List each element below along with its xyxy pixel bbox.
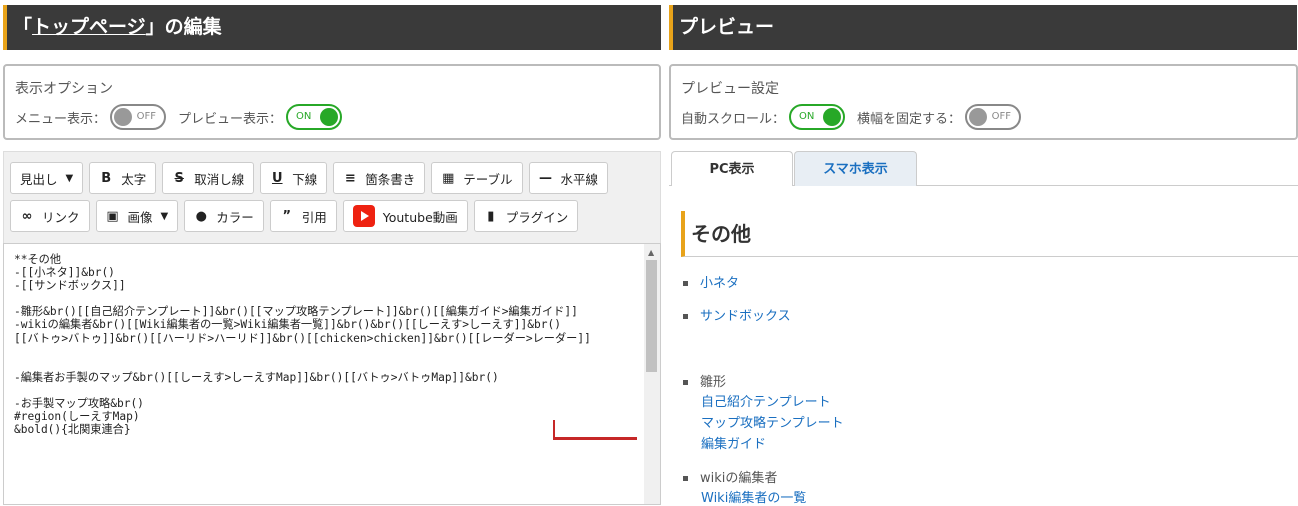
link-editor-list[interactable]: Wiki編集者の一覧 <box>701 487 806 506</box>
editor-textarea[interactable]: **その他 -[[小ネタ]]&br() -[[サンドボックス]] -雛形&br(… <box>3 243 661 505</box>
scroll-thumb[interactable] <box>646 260 657 372</box>
link-map-template[interactable]: マップ攻略テンプレート <box>701 412 844 431</box>
chevron-down-icon: ▼ <box>65 172 74 184</box>
link-edit-guide[interactable]: 編集ガイド <box>701 433 766 452</box>
preview-title: プレビュー <box>669 5 1297 50</box>
image-icon: ▣ <box>106 208 119 224</box>
page-link[interactable]: トップページ <box>32 16 146 38</box>
strikethrough-icon: S <box>174 170 184 186</box>
preview-heading: その他 <box>681 211 1298 257</box>
menu-display-label: メニュー表示： <box>15 111 107 127</box>
autoscroll-toggle[interactable]: ON <box>789 104 846 130</box>
image-dropdown[interactable]: ▣ 画像 ▼ <box>95 200 179 232</box>
scroll-up-icon: ▲ <box>648 248 655 257</box>
autoscroll-label: 自動スクロール： <box>681 111 786 127</box>
editor-scrollbar[interactable]: ▲ <box>644 244 660 504</box>
list-item: wikiの編集者 <box>683 467 777 486</box>
display-options: 表示オプション メニュー表示： OFF プレビュー表示： ON <box>3 64 661 140</box>
preview-content: その他 小ネタ サンドボックス 雛形 自己紹介テンプレート マップ攻略テンプレー… <box>669 186 1298 506</box>
strike-button[interactable]: S 取消し線 <box>162 162 255 194</box>
table-button[interactable]: ▦ テーブル <box>431 162 523 194</box>
youtube-icon <box>352 205 375 227</box>
youtube-button[interactable]: Youtube動画 <box>342 200 468 232</box>
editor-title: 「トップページ」の編集 <box>3 5 661 50</box>
bold-button[interactable]: B 太字 <box>89 162 157 194</box>
preview-display-toggle[interactable]: ON <box>286 104 343 130</box>
list-item: 小ネタ <box>683 272 739 291</box>
plugin-icon: ▮ <box>487 208 495 224</box>
underline-button[interactable]: U 下線 <box>260 162 328 194</box>
display-options-title: 表示オプション <box>15 81 113 97</box>
preview-panel: プレビュー プレビュー設定 自動スクロール： ON 横幅を固定する： OFF P… <box>669 0 1298 506</box>
color-button[interactable]: ● カラー <box>184 200 264 232</box>
chevron-down-icon: ▼ <box>160 210 169 222</box>
tab-pc[interactable]: PC表示 <box>671 151 793 186</box>
link-sandbox[interactable]: サンドボックス <box>700 309 791 324</box>
list-icon: ≡ <box>344 170 356 186</box>
underline-icon: U <box>271 170 283 186</box>
editor-panel: 「トップページ」の編集 表示オプション メニュー表示： OFF プレビュー表示：… <box>0 0 664 505</box>
editor-content[interactable]: **その他 -[[小ネタ]]&br() -[[サンドボックス]] -雛形&br(… <box>14 253 639 436</box>
fixwidth-label: 横幅を固定する： <box>857 111 962 127</box>
heading-dropdown[interactable]: 見出し ▼ <box>10 162 84 194</box>
preview-display-label: プレビュー表示： <box>178 111 283 127</box>
bold-icon: B <box>101 170 112 186</box>
tab-smartphone[interactable]: スマホ表示 <box>794 151 917 186</box>
quote-icon: ” <box>282 208 292 224</box>
editor-toolbar: 見出し ▼ B 太字 S 取消し線 U 下線 ≡ 箇条書き ▦ テーブル — 水平線 ∞ リンク… <box>3 151 661 243</box>
annotation-mark <box>553 420 637 440</box>
menu-display-toggle[interactable]: OFF <box>110 104 167 130</box>
palette-icon: ● <box>195 208 207 224</box>
list-item: サンドボックス <box>683 305 791 324</box>
quote-button[interactable]: ” 引用 <box>269 200 337 232</box>
bullets-button[interactable]: ≡ 箇条書き <box>333 162 426 194</box>
list-item: 雛形 <box>683 371 726 390</box>
preview-settings-title: プレビュー設定 <box>681 81 779 97</box>
minus-icon: — <box>539 170 553 186</box>
fixwidth-toggle[interactable]: OFF <box>965 104 1022 130</box>
link-button[interactable]: ∞ リンク <box>10 200 90 232</box>
plugin-button[interactable]: ▮ プラグイン <box>473 200 579 232</box>
preview-settings: プレビュー設定 自動スクロール： ON 横幅を固定する： OFF <box>669 64 1298 140</box>
preview-tabs: PC表示 スマホ表示 <box>669 151 1298 186</box>
hr-button[interactable]: — 水平線 <box>528 162 609 194</box>
link-self-intro-template[interactable]: 自己紹介テンプレート <box>701 391 831 410</box>
link-icon: ∞ <box>21 208 33 224</box>
link-koneta[interactable]: 小ネタ <box>700 276 739 291</box>
table-icon: ▦ <box>442 170 455 186</box>
